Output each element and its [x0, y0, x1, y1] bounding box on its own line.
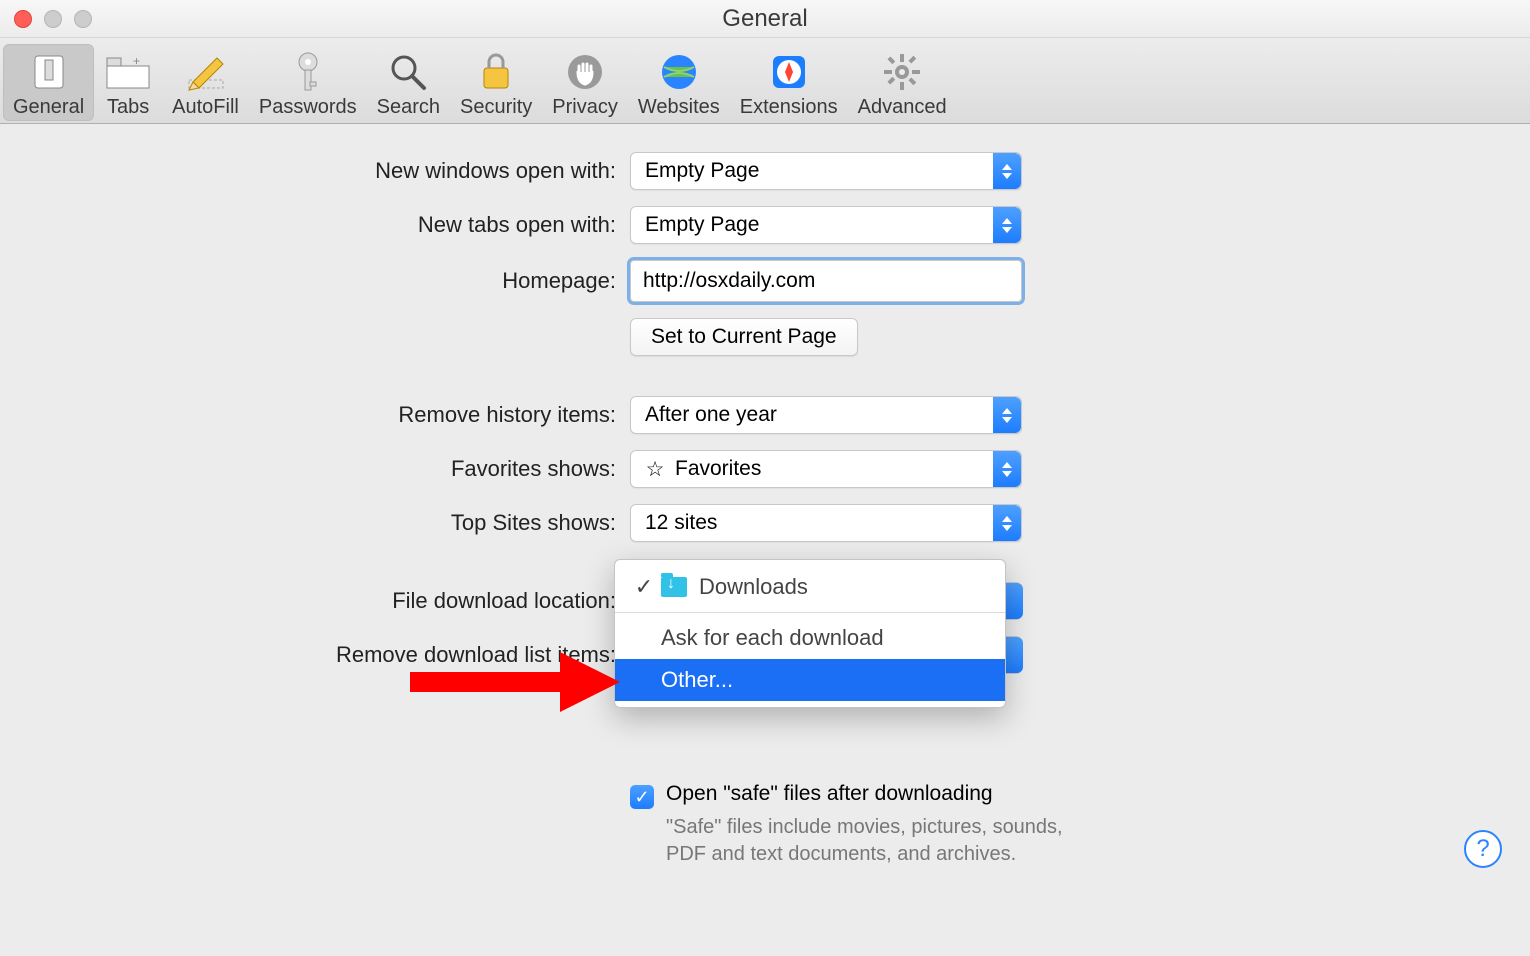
switch-icon	[25, 48, 73, 96]
hand-icon	[561, 48, 609, 96]
lock-icon	[472, 48, 520, 96]
toolbar-autofill[interactable]: AutoFill	[162, 44, 249, 121]
checkmark-icon: ✓	[633, 574, 655, 600]
favorites-shows-label: Favorites shows:	[20, 456, 630, 482]
chevron-updown-icon	[993, 153, 1021, 189]
new-windows-value: Empty Page	[645, 159, 759, 183]
chevron-updown-icon	[993, 451, 1021, 487]
zoom-window-button	[74, 10, 92, 28]
menu-item-label: Downloads	[699, 574, 808, 600]
homepage-input[interactable]	[630, 260, 1022, 302]
toolbar-label: General	[13, 96, 84, 119]
chevron-updown-icon	[1003, 583, 1023, 619]
close-window-button[interactable]	[14, 10, 32, 28]
toolbar-advanced[interactable]: Advanced	[848, 44, 957, 121]
menu-item-ask-each[interactable]: Ask for each download	[615, 617, 1005, 659]
toolbar-label: Extensions	[740, 96, 838, 119]
magnifier-icon	[384, 48, 432, 96]
toolbar-label: Tabs	[107, 96, 149, 119]
new-tabs-value: Empty Page	[645, 213, 759, 237]
open-safe-files-checkbox[interactable]: ✓	[630, 785, 654, 809]
new-tabs-popup[interactable]: Empty Page	[630, 206, 1022, 244]
svg-text:+: +	[133, 54, 140, 68]
new-windows-label: New windows open with:	[20, 158, 630, 184]
menu-item-label: Other...	[661, 667, 733, 693]
toolbar-search[interactable]: Search	[367, 44, 450, 121]
top-sites-shows-value: 12 sites	[645, 511, 717, 535]
menu-separator	[615, 612, 1005, 613]
chevron-updown-icon	[1003, 637, 1023, 673]
toolbar-extensions[interactable]: Extensions	[730, 44, 848, 121]
compass-icon	[765, 48, 813, 96]
toolbar-label: Passwords	[259, 96, 357, 119]
set-current-page-button[interactable]: Set to Current Page	[630, 318, 858, 356]
menu-item-downloads[interactable]: ✓ Downloads	[615, 566, 1005, 608]
window-title: General	[722, 5, 807, 33]
toolbar-label: AutoFill	[172, 96, 239, 119]
new-tabs-label: New tabs open with:	[20, 212, 630, 238]
folder-icon	[661, 577, 687, 597]
top-sites-shows-popup[interactable]: 12 sites	[630, 504, 1022, 542]
toolbar-label: Privacy	[552, 96, 618, 119]
chevron-updown-icon	[993, 397, 1021, 433]
toolbar-label: Advanced	[858, 96, 947, 119]
toolbar-label: Websites	[638, 96, 720, 119]
pencil-icon	[182, 48, 230, 96]
remove-history-popup[interactable]: After one year	[630, 396, 1022, 434]
download-location-menu: ✓ Downloads Ask for each download Other.…	[614, 559, 1006, 708]
globe-icon	[655, 48, 703, 96]
minimize-window-button	[44, 10, 62, 28]
remove-history-label: Remove history items:	[20, 402, 630, 428]
toolbar-security[interactable]: Security	[450, 44, 542, 121]
favorites-shows-popup[interactable]: ☆ Favorites	[630, 450, 1022, 488]
menu-item-label: Ask for each download	[661, 625, 884, 651]
gear-icon	[878, 48, 926, 96]
toolbar-label: Search	[377, 96, 440, 119]
top-sites-shows-label: Top Sites shows:	[20, 510, 630, 536]
favorites-shows-value: Favorites	[675, 457, 761, 481]
toolbar-label: Security	[460, 96, 532, 119]
toolbar-passwords[interactable]: Passwords	[249, 44, 367, 121]
star-icon: ☆	[645, 459, 665, 479]
tabs-icon: +	[104, 48, 152, 96]
help-button[interactable]: ?	[1464, 830, 1502, 868]
titlebar: General	[0, 0, 1530, 38]
toolbar-websites[interactable]: Websites	[628, 44, 730, 121]
preferences-toolbar: General + Tabs AutoFill Passwords Search…	[0, 38, 1530, 124]
toolbar-privacy[interactable]: Privacy	[542, 44, 628, 121]
question-icon: ?	[1476, 835, 1489, 863]
file-download-location-label: File download location:	[20, 588, 630, 614]
toolbar-tabs[interactable]: + Tabs	[94, 44, 162, 121]
chevron-updown-icon	[993, 505, 1021, 541]
homepage-label: Homepage:	[20, 268, 630, 294]
menu-item-other[interactable]: Other...	[615, 659, 1005, 701]
new-windows-popup[interactable]: Empty Page	[630, 152, 1022, 190]
open-safe-files-label: Open "safe" files after downloading	[666, 782, 1096, 806]
chevron-updown-icon	[993, 207, 1021, 243]
general-pane: New windows open with: Empty Page New ta…	[0, 124, 1530, 888]
open-safe-files-description: "Safe" files include movies, pictures, s…	[666, 814, 1096, 868]
remove-history-value: After one year	[645, 403, 777, 427]
toolbar-general[interactable]: General	[3, 44, 94, 121]
key-icon	[284, 48, 332, 96]
annotation-arrow	[410, 652, 620, 718]
